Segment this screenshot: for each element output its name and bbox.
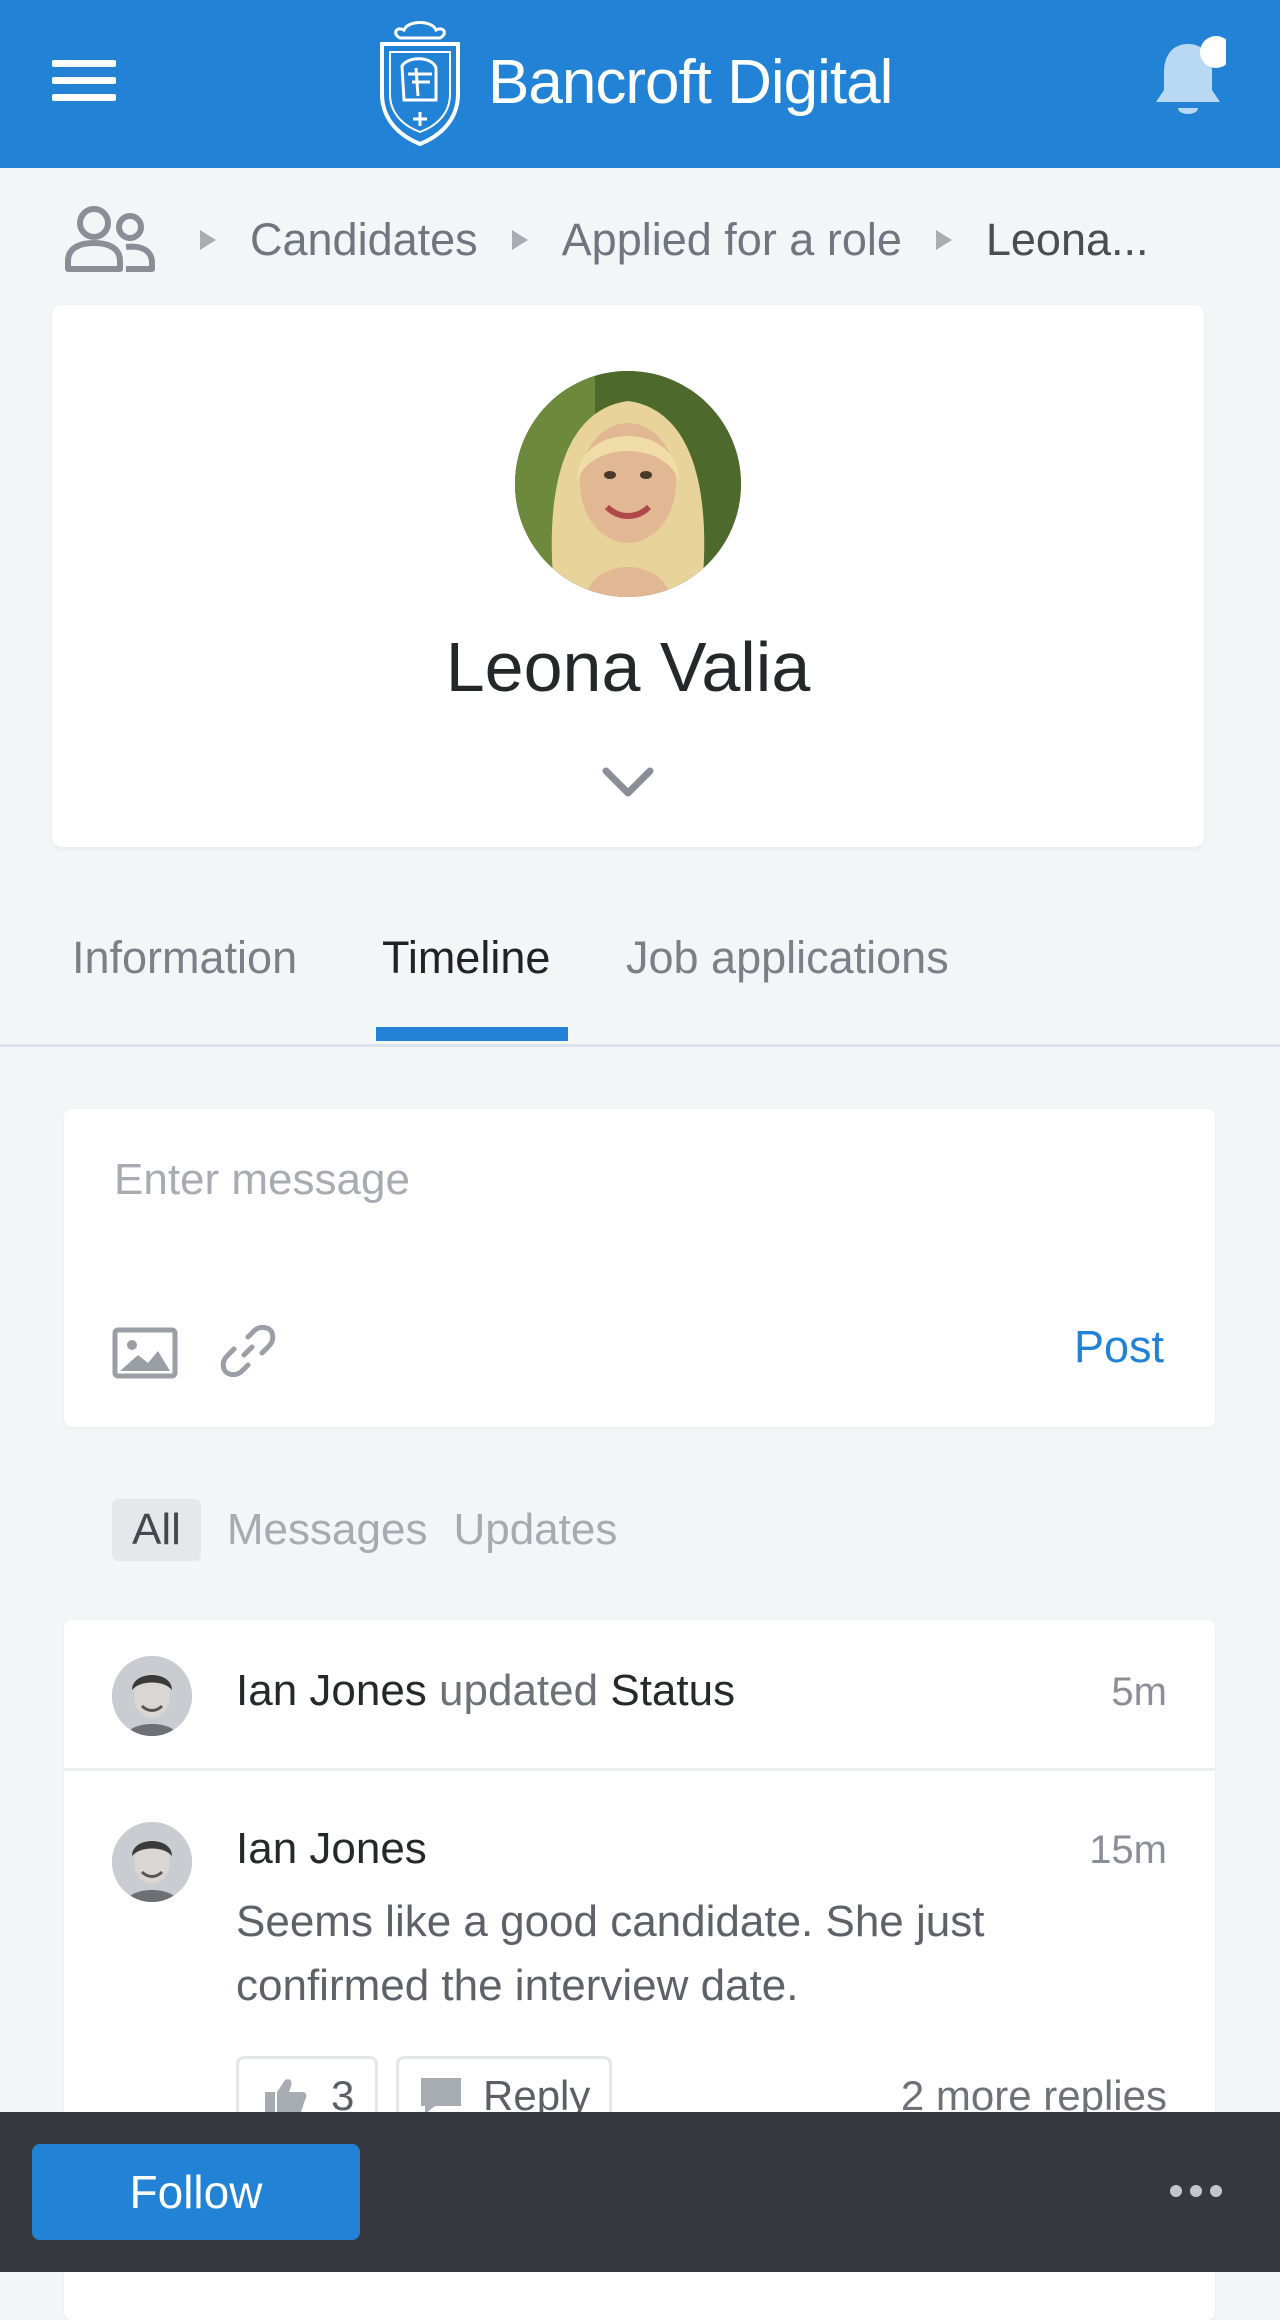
candidate-name: Leona Valia <box>445 628 811 706</box>
breadcrumb-separator <box>935 230 952 250</box>
breadcrumb-applied[interactable]: Applied for a role <box>562 214 902 266</box>
chevron-down-icon[interactable] <box>602 765 654 801</box>
status-update-row[interactable]: Ian Jones updated Status 5m <box>64 1620 1215 1771</box>
image-icon[interactable] <box>112 1327 178 1379</box>
app-header: Bancroft Digital <box>0 0 1280 168</box>
breadcrumb-separator <box>511 230 528 250</box>
active-tab-indicator <box>376 1027 568 1041</box>
filter-messages[interactable]: Messages <box>227 1499 428 1561</box>
breadcrumb: Candidates Applied for a role Leona... <box>62 200 1149 280</box>
post-button[interactable]: Post <box>1074 1321 1164 1373</box>
tab-job-applications[interactable]: Job applications <box>626 932 949 984</box>
update-object: Status <box>610 1666 736 1715</box>
avatar <box>112 1656 192 1736</box>
comment-author[interactable]: Ian Jones <box>236 1824 427 1874</box>
message-input[interactable] <box>112 1139 1166 1221</box>
knight-crest-logo <box>380 21 460 147</box>
avatar <box>112 1822 192 1902</box>
tab-timeline[interactable]: Timeline <box>382 932 550 984</box>
profile-tabs: Information Timeline Job applications <box>0 880 1280 1047</box>
message-composer: Post <box>64 1109 1215 1427</box>
breadcrumb-candidates[interactable]: Candidates <box>250 214 478 266</box>
follow-button[interactable]: Follow <box>32 2144 360 2240</box>
brand-title: Bancroft Digital <box>488 47 893 117</box>
update-actor[interactable]: Ian Jones <box>236 1666 427 1715</box>
hamburger-menu-icon[interactable] <box>52 60 116 101</box>
link-icon[interactable] <box>220 1323 276 1379</box>
speech-bubble-icon <box>421 2078 461 2114</box>
breadcrumb-current: Leona... <box>985 214 1149 265</box>
breadcrumb-separator <box>200 230 216 250</box>
thumbs-up-icon <box>265 2079 307 2114</box>
update-verb: updated <box>439 1666 599 1715</box>
brand[interactable]: Bancroft Digital <box>374 12 893 152</box>
more-horizontal-icon[interactable] <box>1170 2176 1226 2206</box>
comment-body: Seems like a good candidate. She just co… <box>236 1897 985 2010</box>
update-time: 5m <box>1111 1670 1167 1714</box>
profile-card: Leona Valia <box>52 305 1204 847</box>
filter-updates[interactable]: Updates <box>453 1499 617 1561</box>
timeline-filters: All Messages Updates <box>112 1496 617 1564</box>
candidate-avatar <box>515 371 741 597</box>
bell-icon[interactable] <box>1150 30 1226 126</box>
people-icon[interactable] <box>62 205 158 275</box>
status-update-text: Ian Jones updated Status <box>236 1666 735 1716</box>
tab-information[interactable]: Information <box>72 932 297 984</box>
bottom-action-bar: Follow <box>0 2112 1280 2272</box>
comment-time: 15m <box>1089 1828 1167 1872</box>
filter-all[interactable]: All <box>112 1499 201 1561</box>
